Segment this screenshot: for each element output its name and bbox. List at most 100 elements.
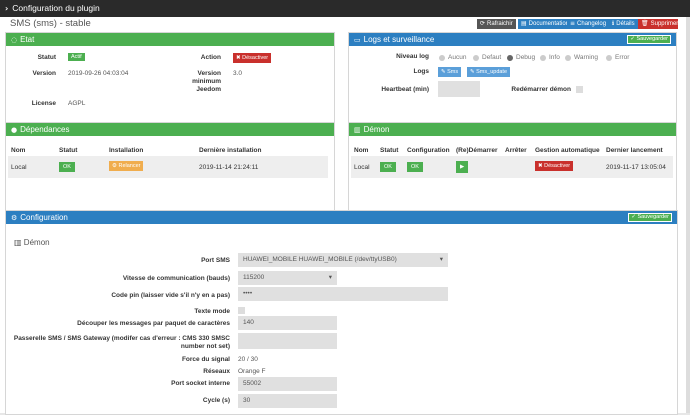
- gateway-label-2: number not set): [180, 343, 230, 350]
- deps-header-derniere: Dernière installation: [199, 147, 262, 154]
- version-min-value: 3.0: [233, 70, 243, 77]
- details-button[interactable]: ℹ Détails: [609, 19, 638, 29]
- radio-label-error: Error: [615, 54, 630, 61]
- radio-warning[interactable]: [565, 55, 571, 61]
- caret-down-icon: ▾: [328, 274, 332, 281]
- pin-input[interactable]: ••••: [238, 287, 448, 301]
- radio-defaut[interactable]: [473, 55, 479, 61]
- action-label: Action: [200, 54, 221, 61]
- daemon-header-statut: Statut: [380, 147, 399, 154]
- daemon-panel: ▥ Démon Nom Statut Configuration (Re)Déma…: [348, 122, 677, 216]
- radio-label-aucun: Aucun: [448, 54, 467, 61]
- signal-label: Force du signal: [181, 356, 230, 363]
- radio-label-warning: Warning: [574, 54, 598, 61]
- gateway-input[interactable]: [238, 333, 337, 349]
- log-sms-button[interactable]: ✎ Sms: [438, 67, 462, 77]
- daemon-header-arreter: Arrêter: [505, 147, 527, 154]
- table-row: [8, 156, 328, 178]
- daemon-header-nom: Nom: [354, 147, 369, 154]
- file-icon: ▭: [354, 36, 361, 44]
- signal-value: 20 / 30: [238, 356, 258, 363]
- radio-aucun[interactable]: [439, 55, 445, 61]
- university-icon: ▥: [354, 126, 361, 134]
- trash-icon: 🗑: [641, 20, 649, 27]
- radio-label-info: Info: [549, 54, 560, 61]
- text-mode-checkbox[interactable]: [238, 307, 245, 314]
- deps-header-installation: Installation: [109, 147, 144, 154]
- list-icon: ≡: [570, 20, 576, 27]
- version-label: Version: [32, 70, 56, 77]
- window-title: Configuration du plugin: [12, 3, 100, 13]
- log-level-label: Niveau log: [396, 53, 429, 60]
- cycle-input[interactable]: 30: [238, 394, 337, 408]
- delete-button[interactable]: 🗑 Supprimer: [638, 19, 678, 29]
- refresh-button[interactable]: ⟳ Rafraichir: [477, 19, 516, 29]
- chevron-right-icon: ›: [5, 4, 9, 13]
- license-label: License: [31, 100, 56, 107]
- dependencies-panel: ● Dépendances Nom Statut Installation Der…: [5, 122, 335, 216]
- gateway-label-1: Passerelle SMS / SMS Gateway (modifer ca…: [13, 335, 230, 342]
- logs-panel: ▭ Logs et surveillance ✓ Sauvegarder Nive…: [348, 32, 677, 126]
- daemon-auto-disable-button[interactable]: ✖ Désactiver: [535, 161, 574, 171]
- changelog-button[interactable]: ≡ Changelog: [567, 19, 610, 29]
- daemon-header-configuration: Configuration: [407, 147, 450, 154]
- relaunch-deps-button[interactable]: ⚙ Relancer: [109, 161, 144, 171]
- deps-row-nom: Local: [11, 164, 27, 171]
- speed-select[interactable]: 115200 ▾: [238, 271, 337, 285]
- split-input[interactable]: 140: [238, 316, 337, 330]
- logs-save-button[interactable]: ✓ Sauvegarder: [627, 35, 671, 44]
- refresh-icon: ⟳: [480, 20, 486, 27]
- port-sms-label: Port SMS: [201, 257, 230, 264]
- documentation-button[interactable]: ▤ Documentation: [518, 19, 573, 29]
- pin-label: Code pin (laisser vide s'il n'y en a pas…: [111, 292, 230, 299]
- configuration-header: ⚙ Configuration ✓ Sauvegarder: [6, 211, 677, 224]
- section-title: ▥ Démon: [14, 238, 50, 247]
- deps-header-statut: Statut: [59, 147, 78, 154]
- daemon-header: ▥ Démon: [349, 123, 676, 136]
- logs-label: Logs: [413, 68, 429, 75]
- port-sms-select[interactable]: HUAWEI_MOBILE HUAWEI_MOBILE (/dev/ttyUSB…: [238, 253, 448, 267]
- radio-label-defaut: Defaut: [482, 54, 502, 61]
- restart-daemon-label: Redémarrer démon: [511, 86, 571, 93]
- socket-port-label: Port socket interne: [171, 380, 230, 387]
- plugin-subtitle: SMS (sms) - stable: [10, 18, 91, 29]
- book-icon: ▤: [521, 20, 527, 27]
- heartbeat-input[interactable]: [438, 81, 480, 97]
- dependencies-header: ● Dépendances: [6, 123, 334, 136]
- play-icon: ▶: [460, 164, 465, 170]
- disable-plugin-button[interactable]: ✖ Désactiver: [233, 53, 272, 63]
- scrollbar[interactable]: [686, 17, 690, 413]
- deps-status-badge: OK: [59, 162, 75, 172]
- config-save-button[interactable]: ✓ Sauvegarder: [628, 213, 672, 222]
- version-value: 2019-09-26 04:03:04: [68, 70, 129, 77]
- info-icon: ℹ: [612, 20, 615, 27]
- statut-label: Statut: [37, 54, 56, 61]
- deps-row-last: 2019-11-14 21:24:11: [199, 164, 259, 171]
- cogs-icon: ⚙: [11, 214, 18, 222]
- socket-port-input[interactable]: 55002: [238, 377, 337, 391]
- version-min-label-2: minimum: [192, 78, 221, 85]
- log-sms-update-button[interactable]: ✎ Sms_update: [467, 67, 511, 77]
- circle-icon: ●: [11, 126, 18, 134]
- radio-label-debug: Debug: [516, 54, 536, 61]
- restart-daemon-checkbox[interactable]: [576, 86, 583, 93]
- caret-down-icon: ▾: [439, 256, 443, 263]
- status-badge: Actif: [68, 53, 85, 61]
- daemon-header-gestion: Gestion automatique: [535, 147, 600, 154]
- daemon-start-button[interactable]: ▶: [456, 161, 469, 173]
- radio-error[interactable]: [606, 55, 612, 61]
- network-label: Réseaux: [203, 368, 230, 375]
- deps-header-nom: Nom: [11, 147, 26, 154]
- heartbeat-label: Heartbeat (min): [381, 86, 429, 93]
- speed-label: Vitesse de communication (bauds): [122, 275, 230, 282]
- daemon-status-badge: OK: [380, 162, 396, 172]
- window-titlebar: › Configuration du plugin: [0, 0, 690, 17]
- daemon-header-dernier: Dernier lancement: [606, 147, 663, 154]
- license-value: AGPL: [68, 100, 86, 107]
- etat-header: ◌ Etat: [6, 33, 334, 46]
- radio-debug[interactable]: [507, 55, 513, 61]
- daemon-row-nom: Local: [354, 164, 370, 171]
- text-mode-label: Texte mode: [194, 308, 230, 315]
- radio-info[interactable]: [540, 55, 546, 61]
- network-value: Orange F: [238, 368, 266, 375]
